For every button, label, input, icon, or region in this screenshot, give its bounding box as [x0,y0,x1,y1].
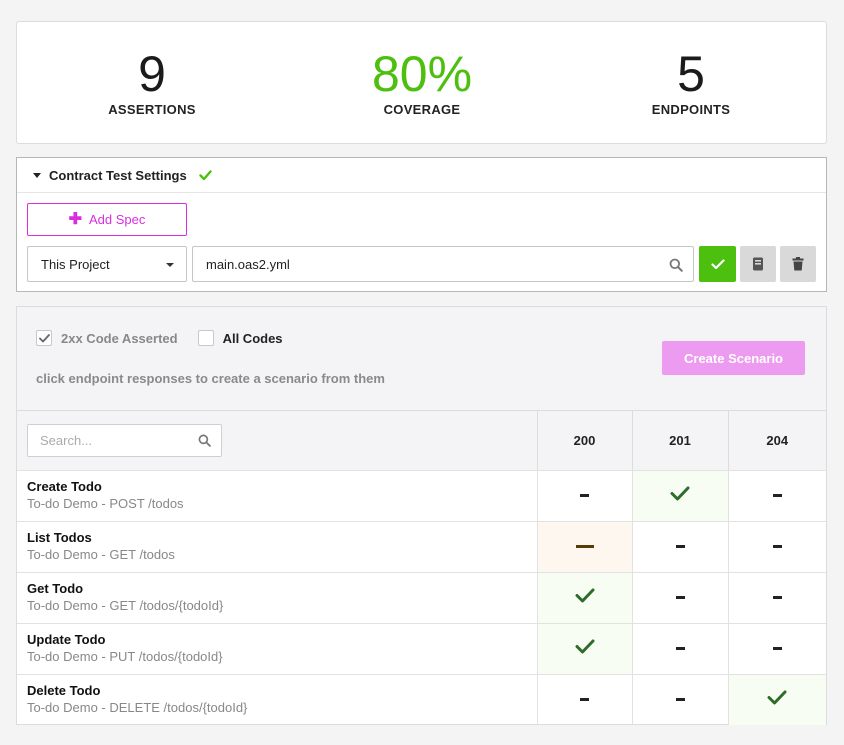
response-cell-201[interactable] [631,572,728,624]
response-cell-201[interactable] [631,674,728,725]
all-codes-label: All Codes [222,330,283,346]
coverage-value: 80% [371,46,473,102]
project-select-value: This Project [41,256,110,272]
table-row: Create Todo To-do Demo - POST /todos [17,470,826,522]
settings-header[interactable]: Contract Test Settings [17,158,826,193]
response-cell-200[interactable] [536,623,632,675]
response-cell-204[interactable] [727,623,826,675]
add-spec-label: Add Spec [89,212,146,227]
dash-icon [675,698,685,701]
confirm-button[interactable] [699,246,736,282]
response-cell-204[interactable] [727,470,826,522]
response-cell-204[interactable] [727,521,826,573]
table-row: List Todos To-do Demo - GET /todos [17,521,826,573]
response-cell-204[interactable] [727,572,826,624]
scenario-hint: click endpoint responses to create a sce… [36,371,385,386]
view-docs-button[interactable] [740,246,776,282]
dash-icon [575,544,594,548]
endpoint-path: To-do Demo - GET /todos/{todoId} [27,598,224,613]
endpoint-cell: List Todos To-do Demo - GET /todos [17,521,537,573]
table-row: Get Todo To-do Demo - GET /todos/{todoId} [17,572,826,624]
project-select[interactable]: This Project [27,246,187,282]
column-header-201: 201 [631,411,728,471]
search-placeholder: Search... [40,432,93,448]
assertions-label: ASSERTIONS [108,102,196,117]
check-icon [199,169,212,181]
coverage-label: COVERAGE [383,102,461,117]
all-codes-checkbox[interactable] [197,330,214,346]
endpoint-cell: Get Todo To-do Demo - GET /todos/{todoId} [17,572,537,624]
table-row: Delete Todo To-do Demo - DELETE /todos/{t… [17,674,826,725]
endpoints-stat: 5 ENDPOINTS [591,46,791,117]
book-icon [753,257,763,271]
endpoint-title: Create Todo [27,479,102,494]
endpoint-search-input[interactable]: Search... [27,423,222,457]
endpoint-path: To-do Demo - GET /todos [27,547,175,562]
contract-test-settings-panel: Contract Test Settings ✚ Add Spec This P… [16,157,827,292]
dash-icon [772,647,782,650]
dash-icon [772,494,782,497]
scenario-toolbar: 2xx Code Asserted All Codes click endpoi… [17,307,826,411]
response-cell-201[interactable] [631,521,728,573]
search-icon [198,434,211,450]
response-cell-200[interactable] [536,674,632,725]
endpoint-cell: Create Todo To-do Demo - POST /todos [17,470,537,522]
check-icon [575,639,595,658]
filter-options: 2xx Code Asserted All Codes [36,330,283,346]
response-cell-201[interactable] [631,623,728,675]
dash-icon [675,596,685,599]
delete-button[interactable] [780,246,816,282]
assertions-count: 9 [138,46,166,102]
spec-file-value: main.oas2.yml [206,256,290,272]
endpoint-path: To-do Demo - POST /todos [27,496,184,511]
search-icon[interactable] [669,258,683,275]
endpoints-label: ENDPOINTS [651,102,731,117]
coverage-stat: 80% COVERAGE [322,46,522,117]
endpoint-title: List Todos [27,530,92,545]
dash-icon [675,545,685,548]
caret-down-icon[interactable] [33,172,41,178]
check-icon [575,588,595,607]
checkmark-icon [38,333,50,342]
table-header-row: Search... 200 201 204 [17,411,826,471]
assertions-stat: 9 ASSERTIONS [52,46,252,117]
summary-card: 9 ASSERTIONS 80% COVERAGE 5 ENDPOINTS [16,21,827,144]
coverage-table: Search... 200 201 204 Create Todo To-do D… [17,411,826,725]
endpoints-count: 5 [677,46,705,102]
spec-file-input[interactable]: main.oas2.yml [192,246,694,282]
response-cell-201[interactable] [631,470,728,522]
create-scenario-button[interactable]: Create Scenario [662,341,805,375]
dash-icon [580,494,589,497]
assert-2xx-label: 2xx Code Asserted [61,330,178,346]
assert-2xx-checkbox[interactable] [36,330,52,346]
dash-icon [675,647,685,650]
endpoint-title: Get Todo [27,581,84,596]
dash-icon [772,596,782,599]
table-row: Update Todo To-do Demo - PUT /todos/{todo… [17,623,826,675]
check-icon [767,690,787,709]
add-spec-button[interactable]: ✚ Add Spec [27,203,187,236]
response-cell-200[interactable] [536,521,632,573]
endpoint-path: To-do Demo - PUT /todos/{todoId} [27,649,223,664]
settings-title: Contract Test Settings [49,167,187,183]
check-icon [710,258,725,269]
trash-icon [792,257,804,271]
response-cell-200[interactable] [536,470,632,522]
column-header-200: 200 [536,411,632,471]
column-header-204: 204 [727,411,826,471]
response-cell-204[interactable] [727,674,826,725]
check-icon [670,486,690,505]
response-cell-200[interactable] [536,572,632,624]
endpoint-cell: Update Todo To-do Demo - PUT /todos/{todo… [17,623,537,675]
dash-icon [580,698,589,701]
endpoint-cell: Delete Todo To-do Demo - DELETE /todos/{t… [17,674,537,725]
search-cell: Search... [17,411,537,471]
endpoint-path: To-do Demo - DELETE /todos/{todoId} [27,700,248,716]
endpoint-title: Update Todo [27,632,106,647]
dash-icon [772,545,782,548]
coverage-panel: 2xx Code Asserted All Codes click endpoi… [16,306,827,725]
dropdown-arrow-icon [166,263,174,267]
plus-icon: ✚ [68,210,83,228]
endpoint-title: Delete Todo [27,683,101,699]
